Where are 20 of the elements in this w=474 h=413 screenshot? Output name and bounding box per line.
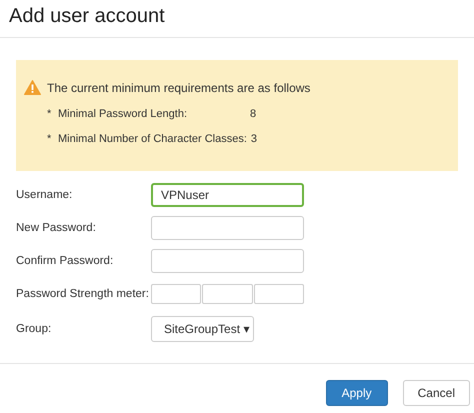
apply-button[interactable]: Apply [326, 380, 388, 406]
field-label: Group: [16, 323, 52, 335]
bullet-mark: * [47, 108, 52, 120]
requirement-value: 3 [250, 133, 258, 145]
dialog-title: Add user account [8, 4, 166, 29]
group-dropdown[interactable]: SiteGroupTest ▾ [151, 316, 254, 342]
text-field[interactable]: VPNuser [151, 183, 304, 207]
requirement-value: 8 [250, 108, 256, 120]
text-field[interactable] [151, 249, 304, 273]
field-label: Username: [16, 189, 74, 201]
field-label: Password Strength meter: [16, 288, 150, 300]
warning-icon [24, 80, 41, 95]
cancel-button[interactable]: Cancel [402, 380, 470, 406]
field-label: New Password: [16, 222, 97, 234]
bullet-mark: * [47, 133, 52, 145]
text-field[interactable] [151, 216, 304, 240]
requirement-label: Minimal Number of Character Classes: [58, 133, 247, 145]
field-label: Confirm Password: [16, 255, 114, 267]
requirement-label: Minimal Password Length: [58, 108, 188, 120]
notice-heading: The current minimum requirements are as follows [47, 80, 310, 94]
